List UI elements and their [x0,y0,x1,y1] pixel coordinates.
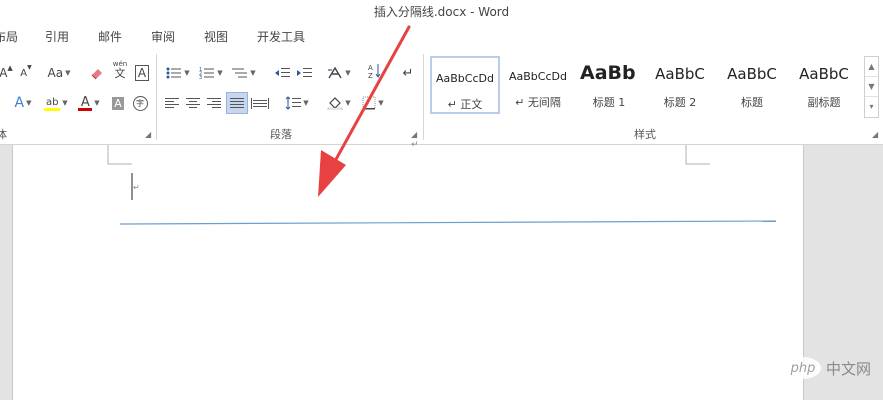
group-separator [156,54,157,140]
multilevel-list-button[interactable]: ▼ [229,64,259,82]
shrink-font-button[interactable]: A ▼ [18,64,34,82]
align-right-button[interactable] [205,94,223,112]
paragraph-mark: ↵ [133,183,140,192]
font-color-button[interactable]: A ▼ [74,94,104,112]
multilevel-list-icon [232,68,248,78]
tab-view[interactable]: 视图 [204,28,228,45]
show-hide-marks-button[interactable]: ↵ [400,64,416,82]
borders-button[interactable]: ▼ [358,94,388,112]
styles-gallery: AaBbCcDd ↵ 正文 AaBbCcDd ↵ 无间隔 AaBb 标题 1 A… [429,56,863,118]
chinese-layout-icon [328,66,342,79]
highlight-button[interactable]: ab ▼ [40,94,72,112]
styles-group-label: 样式 [634,128,656,141]
title-bar: 插入分隔线.docx - Word [0,0,883,24]
margin-corner-mark [107,145,132,165]
line-spacing-icon [285,96,302,110]
styles-more-button[interactable]: ▾ [865,97,878,116]
styles-scroll-up-button[interactable]: ▲ [865,57,878,77]
document-area: ↵ ↵ php 中文网 [0,140,883,400]
character-border-button[interactable]: A [133,64,151,82]
bullets-button[interactable]: ▼ [163,64,193,82]
styles-dialog-launcher[interactable]: ◢ [872,130,878,139]
margin-corner-mark [685,145,710,165]
font-dialog-launcher[interactable]: ◢ [145,130,151,139]
style-title[interactable]: AaBbC 标题 [717,56,787,114]
align-left-button[interactable] [163,94,181,112]
borders-icon [362,96,376,110]
shading-button[interactable]: ▼ [324,94,354,112]
style-heading-2[interactable]: AaBbC 标题 2 [645,56,715,114]
change-case-button[interactable]: Aa ▼ [44,64,74,82]
style-normal[interactable]: AaBbCcDd ↵ 正文 [430,56,500,114]
numbering-button[interactable]: 1 2 3 ▼ [196,64,226,82]
clear-formatting-button[interactable] [88,64,106,82]
paragraph-dialog-launcher[interactable]: ◢ [411,130,417,139]
text-effects-button[interactable]: A ▼ [8,94,38,112]
justify-button[interactable] [226,92,248,114]
paint-bucket-icon [328,97,343,110]
tab-layout[interactable]: 布局 [0,28,18,45]
highlighter-icon: ab [46,97,58,108]
svg-text:A: A [368,64,373,72]
group-separator [423,54,424,140]
distributed-button[interactable] [251,94,269,112]
ribbon-tabs: 布局 引用 邮件 审阅 视图 开发工具 [0,24,883,48]
decrease-indent-icon [275,68,290,77]
character-shading-button[interactable]: A [110,94,126,112]
sort-icon: AZ [368,64,381,80]
svg-text:php: php [790,361,816,376]
tab-references[interactable]: 引用 [45,28,69,45]
svg-text:ab: ab [46,97,58,108]
watermark-site-text: 中文网 [826,359,872,378]
increase-indent-button[interactable] [295,64,313,82]
font-group-label: 体 [0,128,7,141]
svg-text:3: 3 [199,75,202,80]
window-title: 插入分隔线.docx - Word [373,5,510,19]
paragraph-group-label: 段落 [270,128,292,141]
watermark: php 中文网 [784,355,871,381]
tab-review[interactable]: 审阅 [151,28,175,45]
bullet-list-icon [166,67,182,79]
center-button[interactable] [184,94,202,112]
phonetic-guide-button[interactable]: wén 文 [110,60,130,79]
font-color-swatch [78,108,93,111]
style-heading-1[interactable]: AaBb 标题 1 [574,56,644,114]
tab-mailings[interactable]: 邮件 [98,28,122,45]
styles-scroll-down-button[interactable]: ▼ [865,77,878,97]
increase-indent-icon [297,68,312,77]
decrease-indent-button[interactable] [273,64,291,82]
page-overlay [107,145,777,225]
line-spacing-button[interactable]: ▼ [282,94,312,112]
grow-font-button[interactable]: A ▲ [0,64,14,82]
tab-developer[interactable]: 开发工具 [257,28,305,45]
ribbon: A ▲ A ▼ Aa ▼ wén 文 A A ▼ ab ▼ A ▼ A 字 体 ◢ [0,48,883,145]
eraser-icon [91,69,102,80]
paragraph-mark: ↵ [411,140,419,150]
php-logo: php [785,357,821,379]
chinese-layout-button[interactable]: ▼ [324,64,354,82]
style-no-spacing[interactable]: AaBbCcDd ↵ 无间隔 [503,56,573,114]
styles-scroll: ▲ ▼ ▾ [864,56,879,118]
svg-text:Z: Z [368,72,373,80]
paragraph-mark-icon: ↵ [402,65,414,81]
highlight-color-swatch [44,108,61,111]
style-subtitle[interactable]: AaBbC 副标题 [789,56,859,114]
document-page[interactable]: ↵ ↵ [12,140,804,400]
enclose-characters-button[interactable]: 字 [131,94,149,112]
horizontal-divider-line[interactable] [119,220,777,225]
numbered-list-icon: 123 [199,67,215,80]
sort-button[interactable]: AZ [367,62,383,80]
